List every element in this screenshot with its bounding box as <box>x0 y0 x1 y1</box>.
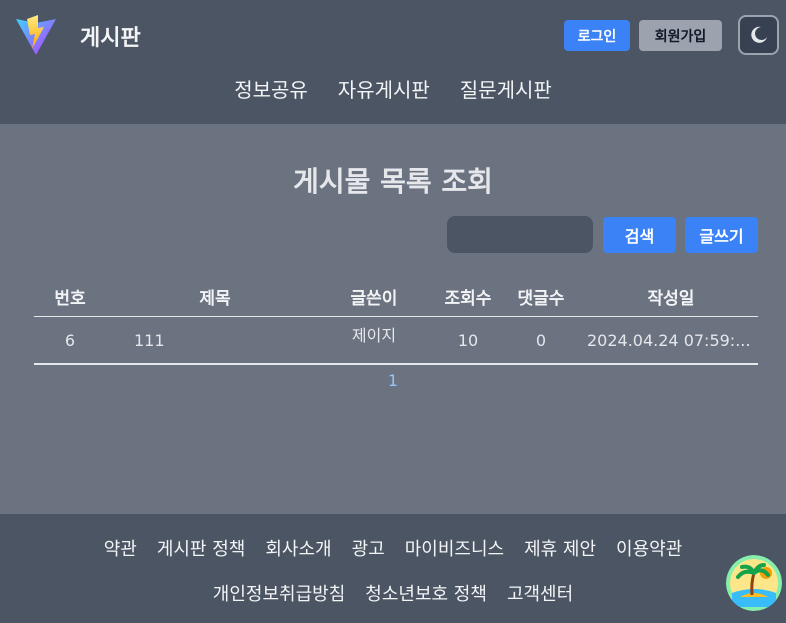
column-header-title: 제목 <box>199 289 231 309</box>
footer-links-row: 약관 게시판 정책 회사소개 광고 마이비즈니스 제휴 제안 이용약관 <box>0 535 786 561</box>
post-number: 6 <box>64 330 76 350</box>
column-header-comments: 댓글수 <box>517 289 565 309</box>
nav-item-info-share[interactable]: 정보공유 <box>234 74 308 103</box>
floating-badge[interactable] <box>726 555 782 611</box>
footer-link-partnership[interactable]: 제휴 제안 <box>524 535 596 561</box>
logo-icon[interactable] <box>14 13 58 57</box>
footer-link-about[interactable]: 회사소개 <box>265 535 331 561</box>
table-row[interactable]: 6 111 제이지 10 0 2024.04.24 07:59:... <box>34 317 758 365</box>
theme-toggle-button[interactable] <box>738 15 779 55</box>
page-title: 게시물 목록 조회 <box>293 165 493 198</box>
post-title[interactable]: 111 <box>106 317 324 363</box>
page-link[interactable]: 1 <box>388 371 398 390</box>
signup-button[interactable]: 회원가입 <box>639 20 722 51</box>
post-writer: 제이지 <box>351 326 397 345</box>
search-input[interactable] <box>447 216 593 253</box>
footer-link-board-policy[interactable]: 게시판 정책 <box>157 535 246 561</box>
post-comments: 0 <box>535 330 547 350</box>
footer-link-terms[interactable]: 약관 <box>104 535 137 561</box>
site-title[interactable]: 게시판 <box>80 20 141 52</box>
footer: 약관 게시판 정책 회사소개 광고 마이비즈니스 제휴 제안 이용약관 개인정보… <box>0 514 786 623</box>
column-header-number: 번호 <box>54 289 86 309</box>
footer-link-my-business[interactable]: 마이비즈니스 <box>405 535 504 561</box>
login-button[interactable]: 로그인 <box>564 20 630 51</box>
pagination: 1 <box>0 371 786 390</box>
footer-link-youth-policy[interactable]: 청소년보호 정책 <box>365 580 487 606</box>
main-nav: 정보공유 자유게시판 질문게시판 <box>0 74 786 103</box>
beach-island-icon <box>726 555 782 611</box>
write-post-button[interactable]: 글쓰기 <box>685 217 758 253</box>
column-header-views: 조회수 <box>444 289 492 309</box>
footer-link-support[interactable]: 고객센터 <box>507 580 573 606</box>
post-date: 2024.04.24 07:59:... <box>587 330 751 350</box>
footer-links-row: 개인정보취급방침 청소년보호 정책 고객센터 <box>0 580 786 606</box>
post-table: 번호 제목 글쓴이 조회수 댓글수 작성일 6 111 제이지 10 0 202… <box>34 277 758 365</box>
footer-link-ads[interactable]: 광고 <box>352 535 385 561</box>
nav-item-question-board[interactable]: 질문게시판 <box>460 74 552 103</box>
nav-item-free-board[interactable]: 자유게시판 <box>338 74 430 103</box>
header: 게시판 로그인 회원가입 정보공유 자유게시판 질문게시판 <box>0 0 786 124</box>
moon-icon <box>750 26 767 43</box>
post-views: 10 <box>457 330 479 350</box>
footer-link-usage-terms[interactable]: 이용약관 <box>616 535 682 561</box>
footer-link-privacy[interactable]: 개인정보취급방침 <box>213 580 345 606</box>
search-button[interactable]: 검색 <box>603 217 676 253</box>
column-header-date: 작성일 <box>647 289 695 309</box>
